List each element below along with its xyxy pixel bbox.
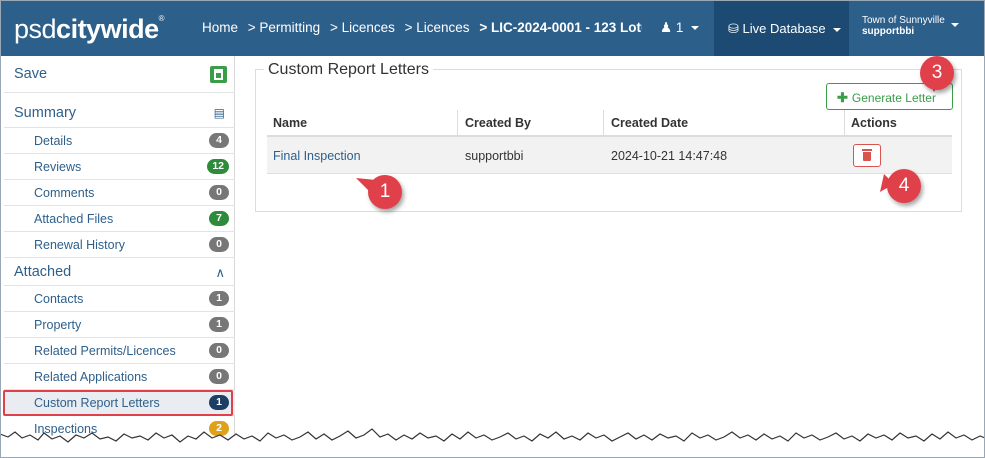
count-badge: 0 [209,237,229,252]
sidebar-item-contacts[interactable]: Contacts 1 [4,286,235,312]
sidebar-item-details[interactable]: Details 4 [4,128,235,154]
users-count: 1 [675,20,684,35]
summary-label: Summary [14,105,77,121]
table-row: Final Inspection supportbbi 2024-10-21 1… [267,137,952,174]
count-badge: 12 [207,159,229,174]
count-badge: 0 [209,185,229,200]
logo-registered: ® [158,14,165,23]
sidebar-item-label: Reviews [34,160,82,174]
column-header-created-by[interactable]: Created By [465,116,531,130]
users-icon: ♟ [660,20,673,35]
count-badge: 4 [209,133,229,148]
sidebar-item-comments[interactable]: Comments 0 [4,180,235,206]
chevron-down-icon[interactable] [951,23,959,27]
list-icon: ▤ [213,106,225,120]
attached-label: Attached [14,264,72,280]
count-badge: 0 [209,369,229,384]
breadcrumb-licences-1[interactable]: > Licences [330,20,395,35]
sidebar-save[interactable]: Save [4,56,235,93]
callout-3: 3 [920,56,954,90]
sidebar-item-label: Contacts [34,292,84,306]
created-date-cell: 2024-10-21 14:47:48 [611,149,728,163]
section-title: Custom Report Letters [264,61,433,79]
sidebar-item-label: Related Applications [34,370,148,384]
top-navbar: psdcitywide® Home > Permitting > Licence… [0,0,985,56]
highlight-box [3,390,233,416]
account-dropdown[interactable]: Town of Sunnyville supportbbi [862,15,945,37]
created-by-cell: supportbbi [465,149,524,163]
breadcrumb-permitting[interactable]: > Permitting [248,20,320,35]
count-badge: 7 [209,211,229,226]
users-dropdown[interactable]: ♟ 1 [660,20,700,36]
column-header-created-date[interactable]: Created Date [611,116,688,130]
sidebar-item-label: Details [34,134,73,148]
app-logo[interactable]: psdcitywide® [14,14,165,45]
sidebar-item-label: Comments [34,186,95,200]
column-header-name[interactable]: Name [273,116,307,130]
callout-4: 4 [887,169,921,203]
count-badge: 1 [209,291,229,306]
count-badge: 1 [209,317,229,332]
breadcrumb-current: > LIC-2024-0001 - 123 Lotus I [479,20,642,35]
breadcrumb: Home > Permitting > Licences > Licences … [202,20,642,35]
chevron-down-icon [691,26,700,31]
sidebar-item-label: Attached Files [34,212,114,226]
chevron-up-icon: ∧ [215,265,225,280]
breadcrumb-home[interactable]: Home [202,20,238,35]
town-name: Town of Sunnyville [862,15,945,26]
sidebar-summary-header[interactable]: Summary ▤ [4,98,235,128]
logo-part-1: psd [14,14,57,44]
username: supportbbi [862,26,915,37]
sidebar-item-renewal-history[interactable]: Renewal History 0 [4,232,235,258]
torn-edge [0,428,985,458]
count-badge: 0 [209,343,229,358]
delete-letter-button[interactable] [853,144,881,167]
logo-part-2: citywide [56,14,159,44]
column-header-actions: Actions [851,116,897,130]
sidebar-item-attached-files[interactable]: Attached Files 7 [4,206,235,232]
sidebar-item-label: Related Permits/Licences [34,344,176,358]
sidebar-item-label: Renewal History [34,238,126,252]
breadcrumb-licences-2[interactable]: > Licences [405,20,470,35]
sidebar-item-related-applications[interactable]: Related Applications 0 [4,364,235,390]
plus-icon: ✚ [837,90,848,105]
save-label: Save [14,66,48,82]
generate-letter-label: Generate Letter [851,91,936,105]
callout-1: 1 [368,175,402,209]
table-header: Name Created By Created Date Actions [267,110,952,137]
database-dropdown[interactable]: ⛁ Live Database [714,0,849,56]
sidebar-item-reviews[interactable]: Reviews 12 [4,154,235,180]
sidebar-item-related-permits[interactable]: Related Permits/Licences 0 [4,338,235,364]
database-icon: ⛁ [728,21,739,36]
sidebar-item-property[interactable]: Property 1 [4,312,235,338]
sidebar-attached-header[interactable]: Attached ∧ [4,258,235,286]
save-icon [210,66,227,83]
chevron-down-icon [833,27,842,32]
database-label: Live Database [742,21,826,36]
letter-name-link[interactable]: Final Inspection [273,149,361,163]
sidebar-item-label: Property [34,318,82,332]
